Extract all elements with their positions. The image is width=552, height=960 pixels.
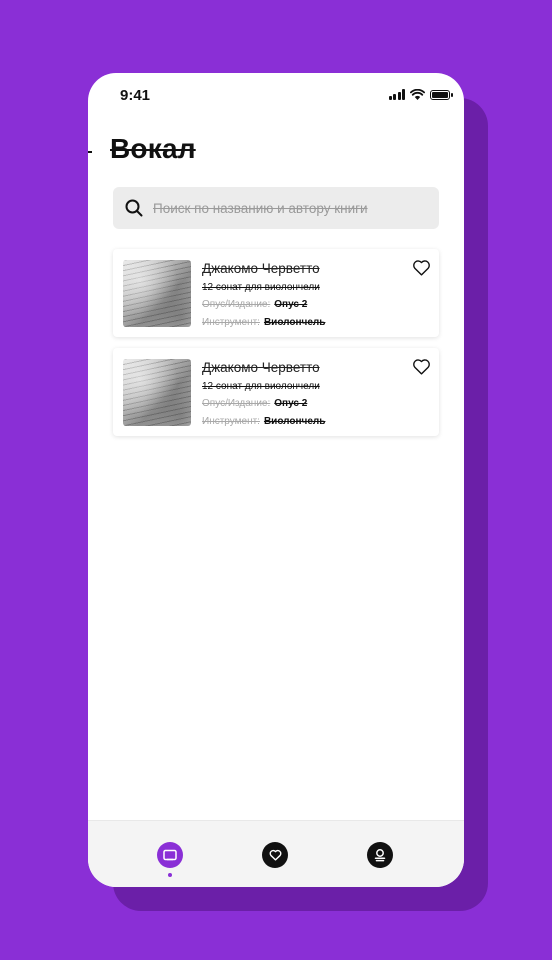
sheet-music-thumbnail (123, 359, 191, 426)
user-icon (374, 849, 386, 862)
wifi-icon (410, 89, 425, 100)
page-title: Вокал (110, 133, 196, 164)
status-icons (388, 89, 453, 100)
phone-screen: 9:41 Вокал Поиск по названию и автору кн… (88, 73, 464, 887)
card-opus-row: Опус/Издание: Опус 2 (202, 398, 307, 409)
search-input[interactable]: Поиск по названию и автору книги (113, 187, 439, 229)
battery-icon (430, 89, 453, 100)
heart-icon (269, 849, 281, 861)
opus-label: Опус/Издание: (202, 398, 271, 409)
nav-favorites-button[interactable] (262, 842, 288, 868)
title-decoration (88, 151, 92, 153)
favorite-button[interactable] (411, 257, 431, 277)
sheet-music-card[interactable]: Джакомо Черветто 12 сонат для виолончели… (113, 348, 439, 436)
instrument-label: Инструмент: (202, 317, 260, 328)
card-instrument-row: Инструмент: Виолончель (202, 317, 325, 328)
bottom-navigation (88, 820, 464, 887)
sheet-music-card[interactable]: Джакомо Черветто 12 сонат для виолончели… (113, 249, 439, 337)
nav-catalog-button[interactable] (157, 842, 183, 868)
favorite-button[interactable] (411, 356, 431, 376)
status-time: 9:41 (120, 87, 151, 104)
opus-label: Опус/Издание: (202, 299, 271, 310)
instrument-label: Инструмент: (202, 416, 260, 427)
card-opus-row: Опус/Издание: Опус 2 (202, 299, 307, 310)
heart-outline-icon (412, 259, 430, 276)
search-placeholder: Поиск по названию и автору книги (153, 200, 368, 216)
instrument-value: Виолончель (263, 416, 326, 427)
instrument-value: Виолончель (263, 317, 326, 328)
heart-outline-icon (412, 358, 430, 375)
opus-value: Опус 2 (274, 299, 308, 310)
book-icon (163, 849, 177, 861)
card-instrument-row: Инструмент: Виолончель (202, 416, 325, 427)
opus-value: Опус 2 (274, 398, 308, 409)
search-icon (124, 198, 144, 218)
nav-profile-button[interactable] (367, 842, 393, 868)
card-work-title: 12 сонат для виолончели (202, 282, 320, 293)
sheet-music-thumbnail (123, 260, 191, 327)
signal-icon (388, 89, 405, 100)
active-tab-indicator (168, 873, 172, 877)
card-work-title: 12 сонат для виолончели (202, 381, 320, 392)
card-author: Джакомо Черветто (202, 360, 320, 375)
card-author: Джакомо Черветто (202, 261, 320, 276)
